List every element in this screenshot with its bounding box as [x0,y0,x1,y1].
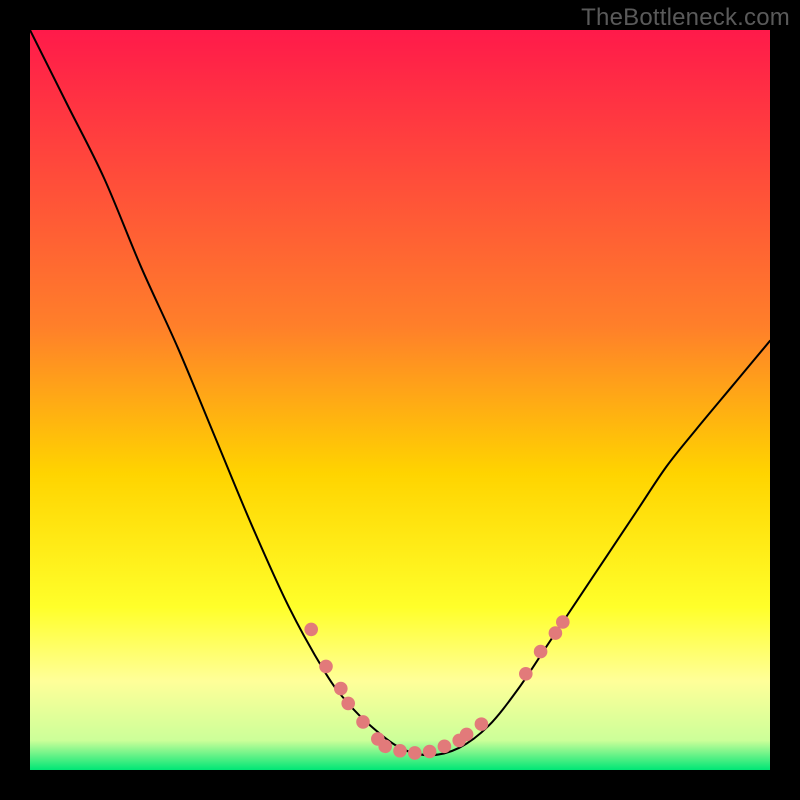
data-marker [408,746,422,760]
data-marker [519,667,533,681]
data-marker [556,615,570,629]
data-marker [549,626,563,640]
data-marker [378,740,392,754]
bottleneck-chart [30,30,770,770]
data-marker [334,682,348,696]
data-marker [475,717,489,731]
data-marker [460,728,474,742]
data-marker [423,745,437,759]
data-marker [438,740,452,754]
data-marker [534,645,548,659]
data-marker [341,697,355,711]
chart-frame: TheBottleneck.com [0,0,800,800]
data-marker [393,744,407,758]
gradient-background [30,30,770,770]
watermark-text: TheBottleneck.com [581,4,790,32]
data-marker [319,660,333,674]
data-marker [356,715,370,729]
data-marker [304,623,318,637]
